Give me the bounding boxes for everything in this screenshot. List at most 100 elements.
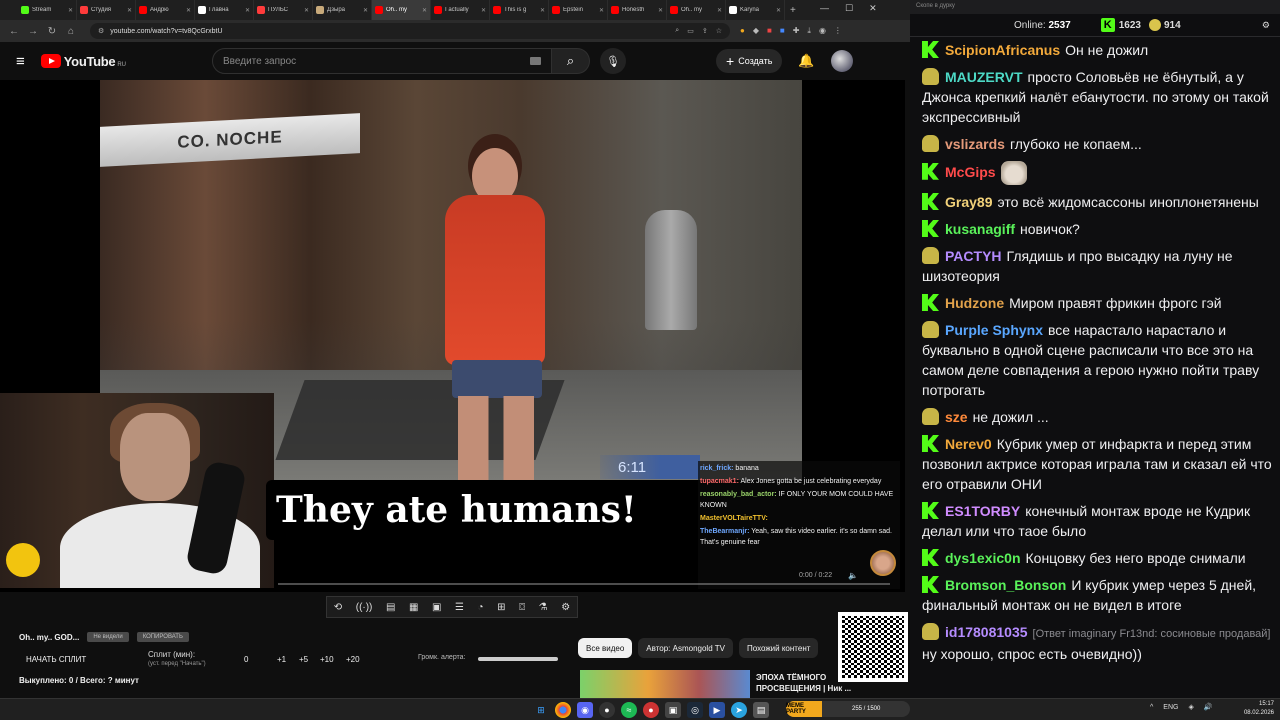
create-button[interactable]: + Создать <box>716 49 783 73</box>
search-input[interactable]: Введите запрос <box>212 48 553 74</box>
screenshot-icon[interactable]: ⌼ <box>519 602 525 613</box>
tab-close-icon[interactable]: ✕ <box>245 7 250 14</box>
filter-by-author[interactable]: Автор: Asmongold TV <box>638 638 733 658</box>
reload-icon[interactable]: ↻ <box>47 26 57 37</box>
split-plus-10-button[interactable]: +10 <box>320 655 334 664</box>
video-progress-bar[interactable] <box>278 583 890 585</box>
unseen-button[interactable]: Не видели <box>87 632 129 642</box>
app-icon[interactable]: ▤ <box>753 702 769 718</box>
chat-username[interactable]: ES1TORBY <box>945 503 1020 519</box>
share-icon[interactable]: ⇪ <box>702 27 708 35</box>
tab-close-icon[interactable]: ✕ <box>68 7 73 14</box>
tab-close-icon[interactable]: ✕ <box>422 7 427 14</box>
youtube-logo[interactable]: YouTube RU <box>40 54 126 69</box>
app-icon[interactable]: ● <box>643 702 659 718</box>
home-icon[interactable]: ⌂ <box>66 26 76 37</box>
chat-username[interactable]: McGips <box>945 164 996 180</box>
browser-tab[interactable]: Дзыра ✕ <box>313 0 372 20</box>
split-plus-5-button[interactable]: +5 <box>299 655 308 664</box>
browser-tab[interactable]: ПУЛЬС ✕ <box>254 0 313 20</box>
split-plus-1-button[interactable]: +1 <box>277 655 286 664</box>
notifications-bell-icon[interactable]: 🔔 <box>798 53 814 69</box>
clapper-icon[interactable]: ▦ <box>409 602 418 613</box>
chat-username[interactable]: id178081035 <box>945 624 1028 640</box>
browser-tab[interactable]: Karyna ✕ <box>726 0 785 20</box>
tray-chevron-icon[interactable]: ^ <box>1150 704 1153 711</box>
playlist-add-icon[interactable]: ▤ <box>386 602 395 613</box>
forward-icon[interactable]: → <box>28 26 38 37</box>
tab-close-icon[interactable]: ✕ <box>658 7 663 14</box>
chat-username[interactable]: kusanagiff <box>945 221 1015 237</box>
chat-username[interactable]: MAUZERVT <box>945 69 1023 85</box>
browser-tab[interactable]: Андрю ✕ <box>136 0 195 20</box>
speaker-icon[interactable]: 🔊 <box>1204 703 1213 711</box>
zoom-icon[interactable]: ⌕ <box>675 27 679 35</box>
chat-username[interactable]: sze <box>945 409 968 425</box>
browser-tab[interactable]: Honesth ✕ <box>608 0 667 20</box>
app-icon[interactable]: ▣ <box>665 702 681 718</box>
volume-icon[interactable]: 🔈 <box>848 571 858 580</box>
close-icon[interactable]: ✕ <box>869 3 877 14</box>
tab-close-icon[interactable]: ✕ <box>717 7 722 14</box>
account-avatar[interactable] <box>830 50 853 72</box>
extension-icon[interactable]: ● <box>740 26 745 36</box>
split-value-0[interactable]: 0 <box>244 655 248 664</box>
filter-all-videos[interactable]: Все видео <box>578 638 633 658</box>
broadcast-icon[interactable]: ((·)) <box>356 602 373 613</box>
tab-close-icon[interactable]: ✕ <box>363 7 368 14</box>
site-info-icon[interactable]: ⚙ <box>98 27 104 35</box>
start-split-button[interactable]: НАЧАТЬ СПЛИТ <box>18 653 94 666</box>
tab-close-icon[interactable]: ✕ <box>304 7 309 14</box>
extensions-puzzle-icon[interactable]: ✚ <box>793 26 800 36</box>
url-field[interactable]: ⚙ youtube.com/watch?v=tv8QcGrxbtU ⌕ ▭ ⇪ … <box>90 23 730 39</box>
menu-kebab-icon[interactable]: ⋮ <box>834 26 842 36</box>
back-icon[interactable]: ← <box>9 26 19 37</box>
chat-username[interactable]: Purple Sphynx <box>945 322 1043 338</box>
chat-username[interactable]: Nerev0 <box>945 436 992 452</box>
extension-icon[interactable]: ■ <box>780 26 785 36</box>
speed-icon[interactable]: ◔ <box>478 602 484 613</box>
chat-username[interactable]: ScipionAfricanus <box>945 42 1060 58</box>
minimize-icon[interactable]: — <box>820 3 829 14</box>
tab-close-icon[interactable]: ✕ <box>776 7 781 14</box>
add-icon[interactable]: ⊞ <box>497 602 505 613</box>
steam-icon[interactable]: ◎ <box>687 702 703 718</box>
tab-close-icon[interactable]: ✕ <box>127 7 132 14</box>
meme-party-widget[interactable]: MEME PARTY 255 / 1500 <box>786 701 910 717</box>
copy-button[interactable]: КОПИРОВАТЬ <box>136 632 189 642</box>
telegram-icon[interactable]: ➤ <box>731 702 747 718</box>
chrome-icon[interactable] <box>555 702 571 718</box>
cast-icon[interactable]: ▭ <box>687 27 694 35</box>
chat-username[interactable]: Bromson_Bonson <box>945 577 1066 593</box>
search-button[interactable]: ⌕ <box>552 48 591 74</box>
filter-related[interactable]: Похожий контент <box>738 638 819 658</box>
chat-settings-icon[interactable]: ⚙ <box>1262 20 1270 31</box>
taskbar-clock[interactable]: 15:17 08.02.2026 <box>1244 700 1274 718</box>
browser-tab[interactable]: Oh.. my ✕ <box>667 0 726 20</box>
download-icon[interactable]: ⤓ <box>807 26 811 36</box>
extension-icon[interactable]: ◆ <box>753 26 759 36</box>
extension-icon[interactable]: ■ <box>767 26 772 36</box>
chat-username[interactable]: Gray89 <box>945 194 992 210</box>
tab-close-icon[interactable]: ✕ <box>599 7 604 14</box>
recommended-video-thumbnail[interactable] <box>580 670 750 698</box>
browser-tab[interactable]: Epstein ✕ <box>549 0 608 20</box>
new-tab-icon[interactable]: + <box>790 5 796 16</box>
chat-username[interactable]: PACTYH <box>945 248 1002 264</box>
browser-tab[interactable]: Oh.. my ✕ <box>372 0 431 20</box>
subtitles-icon[interactable]: ☰ <box>455 602 464 613</box>
browser-tab[interactable]: Студия ✕ <box>77 0 136 20</box>
obs-icon[interactable]: ● <box>599 702 615 718</box>
browser-tab[interactable]: Stream ✕ <box>18 0 77 20</box>
alert-volume-slider[interactable] <box>478 657 558 661</box>
flask-icon[interactable]: ⚗ <box>539 602 548 613</box>
hamburger-menu-icon[interactable]: ≡ <box>16 53 25 70</box>
chat-reply-reference[interactable]: [Ответ imaginary Fr13nd: сосиновые прода… <box>1033 628 1271 640</box>
gear-icon[interactable]: ⚙ <box>561 602 570 613</box>
tab-close-icon[interactable]: ✕ <box>540 7 545 14</box>
language-indicator[interactable]: ENG <box>1163 704 1178 711</box>
voice-search-button[interactable]: 🎙 <box>600 48 627 74</box>
browser-tab[interactable]: This is g ✕ <box>490 0 549 20</box>
spotify-icon[interactable]: ≈ <box>621 702 637 718</box>
tab-close-icon[interactable]: ✕ <box>186 7 191 14</box>
